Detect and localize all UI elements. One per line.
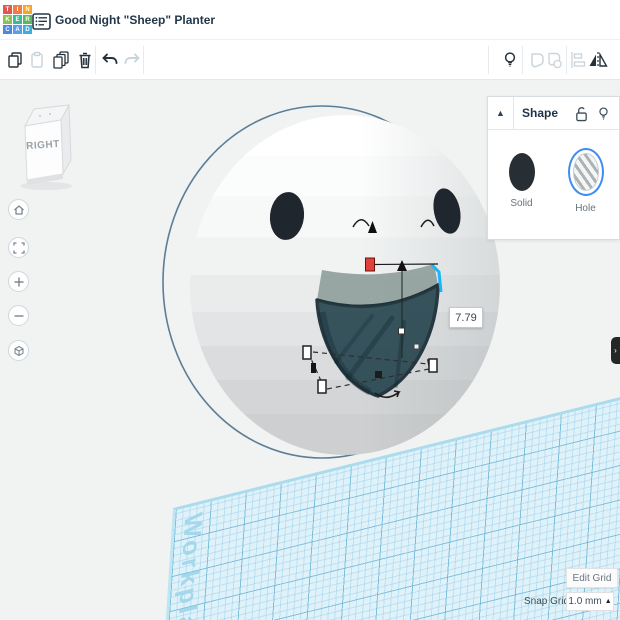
toolbar-separator (566, 46, 567, 74)
zoom-in-button[interactable] (8, 271, 29, 292)
redo-button[interactable] (121, 48, 143, 72)
mirror-icon (589, 51, 608, 68)
toolbar-separator (143, 46, 144, 74)
undo-button[interactable] (99, 48, 121, 72)
design-menu-button[interactable] (30, 11, 52, 31)
dimension-value[interactable]: 7.79 (449, 307, 483, 328)
align-icon (571, 52, 586, 68)
chevron-right-icon: › (614, 346, 617, 355)
home-icon (13, 204, 24, 215)
solid-swatch[interactable] (508, 153, 535, 191)
toolbar-separator (522, 46, 523, 74)
tinkercad-logo[interactable]: T I N K E R C A D (3, 5, 32, 34)
toolbar (0, 40, 620, 80)
redo-icon (124, 53, 140, 64)
align-button[interactable] (569, 48, 587, 72)
trash-icon (79, 52, 91, 69)
height-scale-handle[interactable] (365, 257, 375, 272)
snap-grid-label: Snap Grid (524, 596, 570, 607)
minus-icon (14, 314, 23, 317)
toolbar-separator (488, 46, 489, 74)
perspective-toggle-button[interactable] (8, 340, 29, 361)
perspective-icon (13, 345, 24, 356)
panel-expand-tab[interactable]: › (611, 337, 620, 364)
logo-cell: K (3, 15, 12, 24)
hole-swatch[interactable] (572, 153, 599, 191)
copy-button[interactable] (4, 48, 26, 72)
hole-selected-ring[interactable] (567, 148, 604, 196)
show-all-button[interactable] (499, 48, 521, 72)
fit-view-button[interactable] (8, 237, 29, 258)
logo-cell: C (3, 25, 12, 34)
lightbulb-icon (504, 52, 516, 67)
logo-cell: A (13, 25, 22, 34)
logo-cell: T (3, 5, 12, 14)
duplicate-icon (53, 51, 69, 69)
corner-scale-handle[interactable] (302, 345, 312, 360)
solid-label: Solid (510, 198, 533, 209)
duplicate-button[interactable] (50, 48, 72, 72)
corner-scale-handle[interactable] (428, 358, 438, 373)
snap-grid-value: 1.0 mm (568, 596, 602, 607)
solid-option[interactable]: Solid (500, 148, 544, 214)
edge-scale-handle[interactable] (311, 363, 316, 373)
panel-collapse-button[interactable]: ▲ (488, 97, 514, 129)
ungroup-button[interactable] (543, 48, 565, 72)
panel-title: Shape (522, 106, 559, 120)
design-title[interactable]: Good Night "Sheep" Planter (55, 13, 215, 27)
undo-icon (102, 53, 118, 64)
shape-inspector-panel: ▲ Shape Solid Hole (487, 96, 620, 240)
corner-scale-handle[interactable] (317, 379, 327, 394)
viewport-3d[interactable]: Workplane 7.79 RIGHT ▲ Shape Solid Hole … (0, 80, 620, 620)
zoom-out-button[interactable] (8, 305, 29, 326)
shape-options: Solid Hole (488, 130, 619, 214)
toolbar-separator (95, 46, 96, 74)
paste-icon (31, 51, 43, 68)
home-view-button[interactable] (8, 199, 29, 220)
plus-icon (14, 277, 23, 286)
paste-button[interactable] (26, 48, 48, 72)
logo-cell: E (13, 15, 22, 24)
ungroup-icon (548, 52, 562, 69)
panel-header: ▲ Shape (488, 97, 619, 130)
side-grip[interactable] (413, 343, 420, 350)
midpoint-grip[interactable] (398, 327, 405, 335)
fit-view-icon (12, 241, 25, 254)
snap-grid-dropdown[interactable]: 1.0 mm ▲ (566, 592, 614, 611)
design-properties-icon (31, 12, 51, 30)
dimension-stem (373, 263, 439, 266)
title-bar: T I N K E R C A D Good Night "Sheep" Pla… (0, 0, 620, 40)
edit-grid-button[interactable]: Edit Grid (566, 568, 618, 588)
edge-scale-handle[interactable] (375, 371, 382, 378)
hole-label: Hole (575, 203, 596, 214)
dropdown-up-arrow-icon: ▲ (604, 598, 612, 605)
logo-cell: I (13, 5, 22, 14)
hole-option[interactable]: Hole (564, 148, 608, 214)
unlock-icon[interactable] (574, 105, 589, 122)
mirror-button[interactable] (587, 48, 609, 72)
hide-lightbulb-icon[interactable] (596, 105, 611, 122)
view-cube[interactable]: RIGHT (10, 96, 80, 192)
delete-button[interactable] (74, 48, 96, 72)
copy-icon (8, 52, 22, 68)
